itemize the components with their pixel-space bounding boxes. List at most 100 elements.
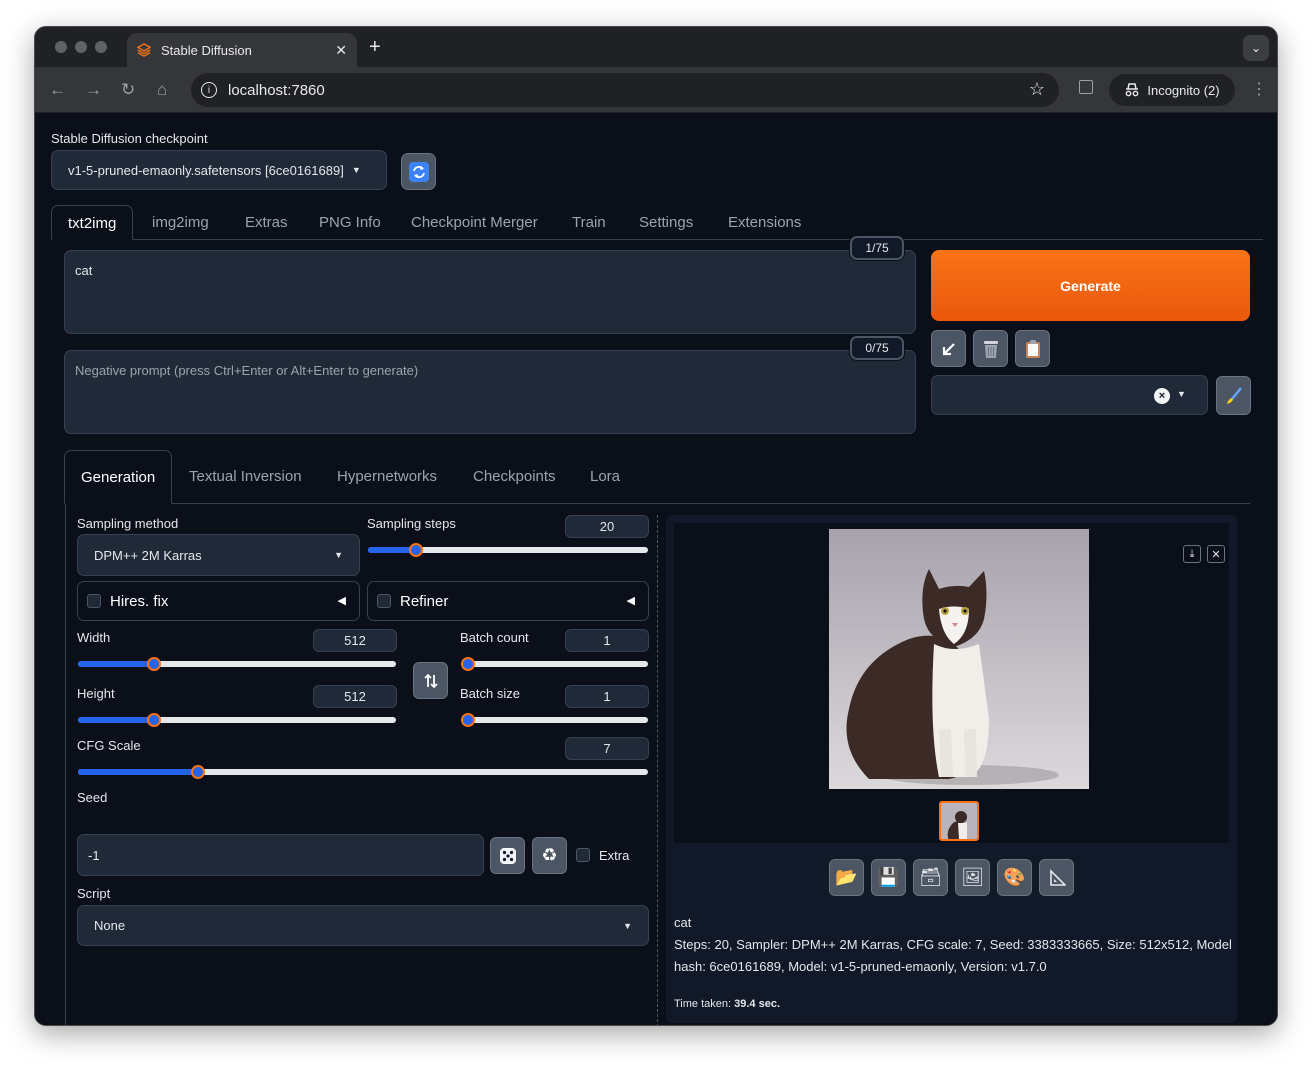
sampling-steps-slider[interactable] bbox=[368, 543, 648, 557]
negative-prompt-textarea[interactable]: Negative prompt (press Ctrl+Enter or Alt… bbox=[64, 350, 916, 434]
browser-tab[interactable]: Stable Diffusion ✕ bbox=[127, 33, 357, 67]
url-text: localhost:7860 bbox=[228, 81, 325, 99]
reload-icon[interactable]: ↻ bbox=[121, 80, 135, 100]
send-to-inpaint-button[interactable]: 🎨 bbox=[997, 859, 1032, 896]
time-taken: Time taken: 39.4 sec. bbox=[674, 993, 780, 1015]
tab-search-button[interactable]: ⌄ bbox=[1243, 35, 1269, 61]
picture-icon: 🖼 bbox=[961, 867, 984, 887]
subtab-hypernetworks[interactable]: Hypernetworks bbox=[337, 450, 437, 504]
batch-size-slider[interactable] bbox=[461, 713, 648, 727]
subtab-checkpoints[interactable]: Checkpoints bbox=[473, 450, 556, 504]
script-label: Script bbox=[77, 886, 111, 901]
width-input[interactable]: 512 bbox=[313, 629, 397, 652]
batch-size-input[interactable]: 1 bbox=[565, 685, 649, 708]
styles-dropdown[interactable]: × ▼ bbox=[931, 375, 1208, 415]
checkpoint-dropdown[interactable]: v1-5-pruned-emaonly.safetensors [6ce0161… bbox=[51, 150, 387, 190]
batch-count-slider[interactable] bbox=[461, 657, 648, 671]
swap-arrows-icon bbox=[423, 673, 438, 688]
slider-thumb[interactable] bbox=[408, 543, 423, 557]
apply-style-button[interactable] bbox=[1015, 330, 1050, 367]
output-prompt: cat bbox=[674, 915, 692, 930]
incognito-profile-button[interactable]: Incognito (2) bbox=[1109, 74, 1235, 106]
tab-txt2img[interactable]: txt2img bbox=[51, 205, 134, 240]
height-input[interactable]: 512 bbox=[313, 685, 397, 708]
side-panel-icon[interactable] bbox=[1079, 80, 1093, 94]
sampling-steps-input[interactable]: 20 bbox=[565, 515, 649, 538]
gallery-thumbnail[interactable] bbox=[939, 801, 979, 841]
zip-button[interactable]: 🗃 bbox=[913, 859, 948, 896]
tab-settings[interactable]: Settings bbox=[639, 205, 693, 240]
hires-fix-checkbox[interactable] bbox=[87, 594, 101, 608]
caret-down-icon: ▼ bbox=[1177, 389, 1186, 399]
collapse-triangle-icon: ◀ bbox=[337, 595, 346, 607]
palette-icon: 🎨 bbox=[1003, 867, 1026, 887]
batch-count-input[interactable]: 1 bbox=[565, 629, 649, 652]
site-info-icon[interactable]: i bbox=[201, 82, 217, 98]
width-slider[interactable] bbox=[78, 657, 396, 671]
hires-fix-accordion[interactable]: Hires. fix ◀ bbox=[77, 581, 360, 621]
tab-png-info[interactable]: PNG Info bbox=[319, 205, 381, 240]
trash-icon bbox=[983, 340, 998, 358]
slider-thumb[interactable] bbox=[190, 765, 205, 779]
new-tab-button[interactable]: + bbox=[369, 36, 381, 59]
send-to-extras-button[interactable] bbox=[1039, 859, 1074, 896]
close-window-button[interactable] bbox=[55, 41, 67, 53]
forward-arrow-icon[interactable]: → bbox=[85, 80, 102, 100]
arrow-down-left-icon bbox=[942, 342, 955, 355]
recycle-icon: ♻ bbox=[541, 845, 558, 865]
generated-cat-image[interactable] bbox=[829, 529, 1089, 789]
browser-menu-icon[interactable]: ⋮ bbox=[1251, 79, 1267, 99]
address-bar[interactable]: i localhost:7860 ☆ bbox=[191, 73, 1059, 107]
refiner-accordion[interactable]: Refiner ◀ bbox=[367, 581, 649, 621]
minimize-window-button[interactable] bbox=[75, 41, 87, 53]
refiner-label: Refiner bbox=[400, 592, 449, 610]
archive-icon: 🗃 bbox=[919, 867, 942, 887]
tab-title: Stable Diffusion bbox=[161, 42, 252, 58]
hires-fix-label: Hires. fix bbox=[110, 592, 169, 610]
maximize-window-button[interactable] bbox=[95, 41, 107, 53]
sampling-method-value: DPM++ 2M Karras bbox=[94, 547, 202, 563]
prompt-textarea[interactable]: cat bbox=[64, 250, 916, 334]
subtab-textual-inversion[interactable]: Textual Inversion bbox=[189, 450, 302, 504]
tab-checkpoint-merger[interactable]: Checkpoint Merger bbox=[411, 205, 538, 240]
sampling-method-dropdown[interactable]: DPM++ 2M Karras ▼ bbox=[77, 534, 360, 576]
seed-input[interactable]: -1 bbox=[77, 834, 484, 876]
subtab-generation[interactable]: Generation bbox=[64, 450, 173, 504]
generate-button[interactable]: Generate bbox=[931, 250, 1250, 321]
height-slider[interactable] bbox=[78, 713, 396, 727]
extra-seed-checkbox[interactable] bbox=[576, 848, 590, 862]
refresh-checkpoint-button[interactable] bbox=[401, 153, 436, 190]
reuse-seed-button[interactable]: ♻ bbox=[532, 837, 567, 874]
subtab-lora[interactable]: Lora bbox=[590, 450, 620, 504]
swap-dimensions-button[interactable] bbox=[413, 662, 448, 699]
clear-prompt-button[interactable] bbox=[973, 330, 1008, 367]
cfg-scale-input[interactable]: 7 bbox=[565, 737, 649, 760]
clear-selection-icon[interactable]: × bbox=[1154, 388, 1170, 404]
read-params-button[interactable] bbox=[931, 330, 966, 367]
height-label: Height bbox=[77, 686, 115, 701]
tab-img2img[interactable]: img2img bbox=[152, 205, 209, 240]
send-to-img2img-button[interactable]: 🖼 bbox=[955, 859, 990, 896]
bookmark-star-icon[interactable]: ☆ bbox=[1029, 79, 1045, 100]
tab-train[interactable]: Train bbox=[572, 205, 606, 240]
home-icon[interactable]: ⌂ bbox=[157, 80, 167, 100]
sampling-method-label: Sampling method bbox=[77, 516, 179, 531]
thumbnail-cat-image bbox=[941, 803, 977, 839]
tab-extensions[interactable]: Extensions bbox=[728, 205, 801, 240]
back-arrow-icon[interactable]: ← bbox=[49, 80, 66, 100]
script-dropdown[interactable]: None ▼ bbox=[77, 905, 649, 946]
slider-fill bbox=[78, 717, 155, 723]
close-tab-icon[interactable]: ✕ bbox=[335, 42, 347, 59]
open-folder-button[interactable]: 📂 bbox=[829, 859, 864, 896]
slider-thumb[interactable] bbox=[461, 657, 475, 671]
close-icon[interactable]: ✕ bbox=[1207, 545, 1225, 563]
edit-styles-button[interactable] bbox=[1216, 376, 1251, 415]
random-seed-button[interactable] bbox=[490, 837, 525, 874]
incognito-icon bbox=[1125, 83, 1139, 97]
download-icon[interactable]: ⤓ bbox=[1183, 545, 1201, 563]
slider-thumb[interactable] bbox=[461, 713, 475, 727]
cfg-scale-slider[interactable] bbox=[78, 765, 648, 779]
tab-extras[interactable]: Extras bbox=[245, 205, 288, 240]
refiner-checkbox[interactable] bbox=[377, 594, 391, 608]
save-button[interactable]: 💾 bbox=[871, 859, 906, 896]
